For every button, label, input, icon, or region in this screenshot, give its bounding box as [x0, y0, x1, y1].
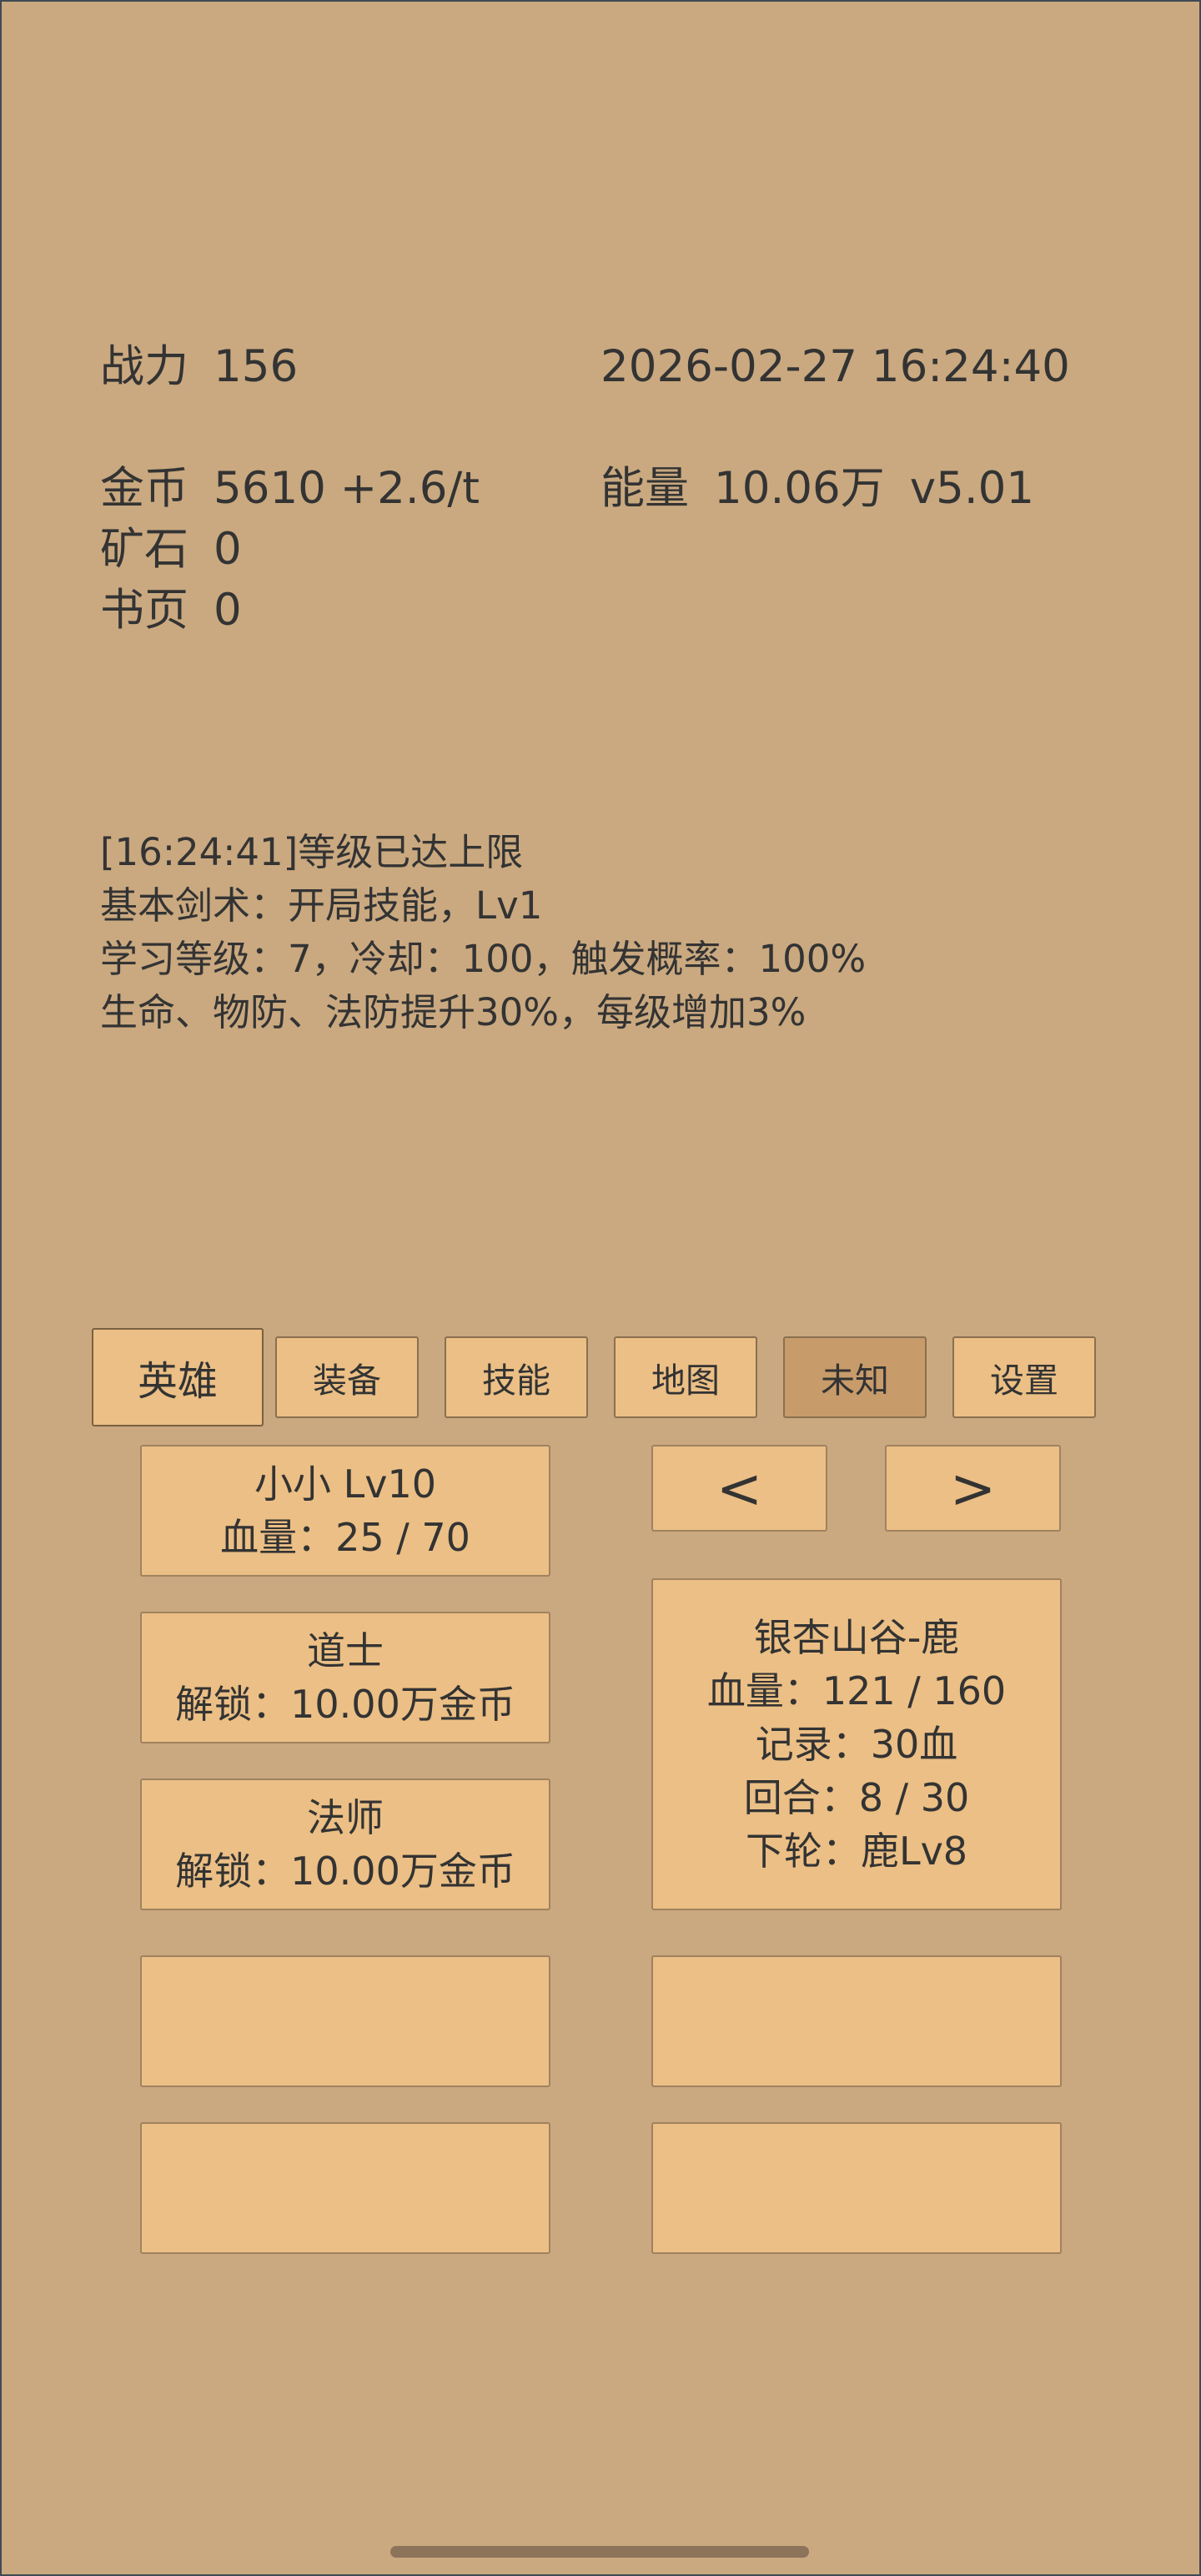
tab-skill[interactable]: 技能 [445, 1336, 588, 1418]
prev-button[interactable]: < [651, 1445, 827, 1532]
hero-unlock-cost: 解锁：10.00万金币 [175, 1682, 515, 1727]
power-value: 156 [214, 341, 299, 392]
log-line: 学习等级：7，冷却：100，触发概率：100% [100, 937, 867, 981]
energy-label: 能量 [600, 463, 689, 514]
pages-label: 书页 [100, 585, 188, 636]
enemy-hp: 血量：121 / 160 [706, 1668, 1007, 1713]
tab-equip[interactable]: 装备 [275, 1336, 419, 1418]
message-log: [16:24:41]等级已达上限 基本剑术：开局技能，Lv1 学习等级：7，冷却… [100, 826, 866, 1039]
log-line: [16:24:41]等级已达上限 [100, 830, 524, 874]
tab-hero[interactable]: 英雄 [92, 1328, 264, 1426]
datetime: 2026-02-27 16:24:40 [600, 341, 1070, 392]
hero-unlock-cost: 解锁：10.00万金币 [175, 1849, 515, 1894]
log-line: 基本剑术：开局技能，Lv1 [100, 883, 543, 928]
gold-value: 5610 +2.6/t [214, 463, 480, 514]
empty-slot-right-2[interactable] [651, 2122, 1062, 2254]
enemy-next-round: 下轮：鹿Lv8 [745, 1829, 968, 1874]
hero-card-mage[interactable]: 法师 解锁：10.00万金币 [140, 1779, 550, 1910]
version: v5.01 [909, 463, 1035, 514]
hero-name: 道士 [307, 1628, 384, 1673]
enemy-name: 银杏山谷-鹿 [753, 1615, 960, 1660]
ore-stat: 矿石 0 [100, 523, 242, 576]
gold-stat: 金币 5610 +2.6/t [100, 462, 480, 516]
next-button[interactable]: > [885, 1445, 1061, 1532]
enemy-record: 记录：30血 [755, 1722, 958, 1767]
tab-map[interactable]: 地图 [614, 1336, 757, 1418]
energy-value: 10.06万 [714, 463, 885, 514]
hero-card-xiaoxiao[interactable]: 小小 Lv10 血量：25 / 70 [140, 1445, 550, 1577]
hero-name: 小小 Lv10 [254, 1462, 436, 1507]
power-stat: 战力 156 [100, 340, 298, 394]
pages-value: 0 [214, 585, 242, 636]
empty-slot-left-2[interactable] [140, 2122, 550, 2254]
ore-label: 矿石 [100, 524, 188, 575]
ore-value: 0 [214, 524, 242, 575]
tab-unknown[interactable]: 未知 [783, 1336, 927, 1418]
home-indicator[interactable] [390, 2546, 809, 2558]
hero-hp: 血量：25 / 70 [220, 1515, 470, 1560]
hero-name: 法师 [307, 1795, 384, 1840]
energy-stat: 能量 10.06万 v5.01 [600, 462, 1034, 516]
hero-card-taoist[interactable]: 道士 解锁：10.00万金币 [140, 1612, 550, 1743]
empty-slot-left-1[interactable] [140, 1955, 550, 2087]
enemy-round: 回合：8 / 30 [743, 1775, 970, 1820]
gold-label: 金币 [100, 463, 188, 514]
enemy-card[interactable]: 银杏山谷-鹿 血量：121 / 160 记录：30血 回合：8 / 30 下轮：… [651, 1578, 1062, 1910]
tab-settings[interactable]: 设置 [952, 1336, 1096, 1418]
log-line: 生命、物防、法防提升30%，每级增加3% [100, 990, 807, 1034]
empty-slot-right-1[interactable] [651, 1955, 1062, 2087]
pages-stat: 书页 0 [100, 584, 242, 637]
power-label: 战力 [100, 341, 188, 392]
